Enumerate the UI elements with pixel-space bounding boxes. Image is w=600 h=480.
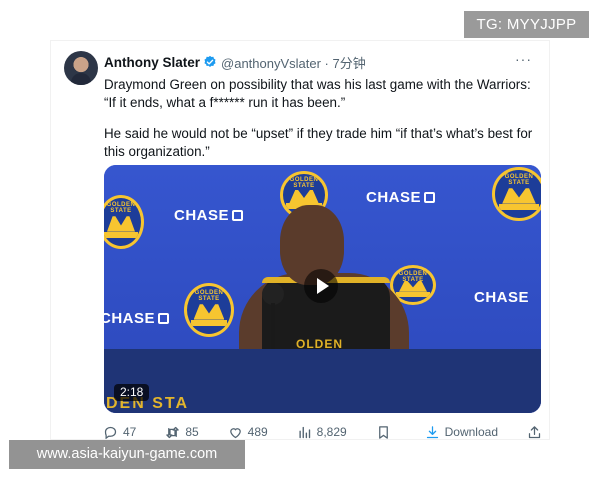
play-icon[interactable] [304,269,338,303]
repost-button[interactable]: 85 [165,425,199,439]
logo-text: GOLDEN STATE [194,289,224,302]
verified-badge-icon [204,55,216,67]
logo-text: GOLDEN STATE [106,201,136,214]
author-row: Anthony Slater @anthonyVslater · 7分钟 [104,53,366,71]
like-count: 489 [247,425,268,439]
logo-text: GOLDEN STATE [289,177,319,190]
like-icon [229,427,241,438]
video-duration: 2:18 [114,384,150,401]
tweet-paragraph-2: He said he would not be “upset” if they … [104,126,533,159]
watermark-tg: TG: MYYJJPP [464,11,589,38]
microphone [262,283,284,353]
repost-count: 85 [185,425,199,439]
avatar[interactable] [64,51,98,85]
warriors-logo: GOLDEN STATE [184,283,234,337]
reply-count: 47 [123,425,137,439]
download-label: Download [444,425,498,439]
handle-and-timestamp[interactable]: @anthonyVslater · 7分钟 [221,53,366,72]
watermark-url: www.asia-kaiyun-game.com [9,440,245,469]
tweet-card[interactable]: Anthony Slater @anthonyVslater · 7分钟 ···… [50,40,550,440]
sponsor-logo: CHASE [174,207,244,224]
warriors-logo: GOLDEN STATE [492,167,541,221]
repost-icon [166,426,180,438]
download-button[interactable]: Download [425,425,498,439]
tweet-text: Draymond Green on possibility that was h… [104,76,544,174]
views-icon [299,426,310,438]
like-button[interactable]: 489 [228,425,268,439]
bookmark-icon [378,425,388,439]
more-icon[interactable]: ··· [515,51,532,67]
view-count: 8,829 [316,425,347,439]
download-icon [426,425,438,438]
logo-text: GOLDEN STATE [398,270,428,283]
share-icon [528,425,541,438]
logo-text: GOLDEN STATE [504,173,534,186]
reply-button[interactable]: 47 [103,425,137,439]
sponsor-logo: CHASE [474,289,530,306]
action-bar: 47 85 489 8,829 Download [103,422,547,440]
video-player[interactable]: GOLDEN STATE GOLDEN STATE GOLDEN STATE G… [104,165,541,413]
reply-icon [104,426,117,439]
tweet-paragraph-1: Draymond Green on possibility that was h… [104,77,531,110]
bookmark-button[interactable] [376,425,396,440]
share-button[interactable] [527,425,547,440]
display-name[interactable]: Anthony Slater [104,55,200,70]
sponsor-logo: CHASE [366,189,436,206]
views-button[interactable]: 8,829 [297,425,347,439]
sponsor-logo: CHASE [104,310,170,327]
